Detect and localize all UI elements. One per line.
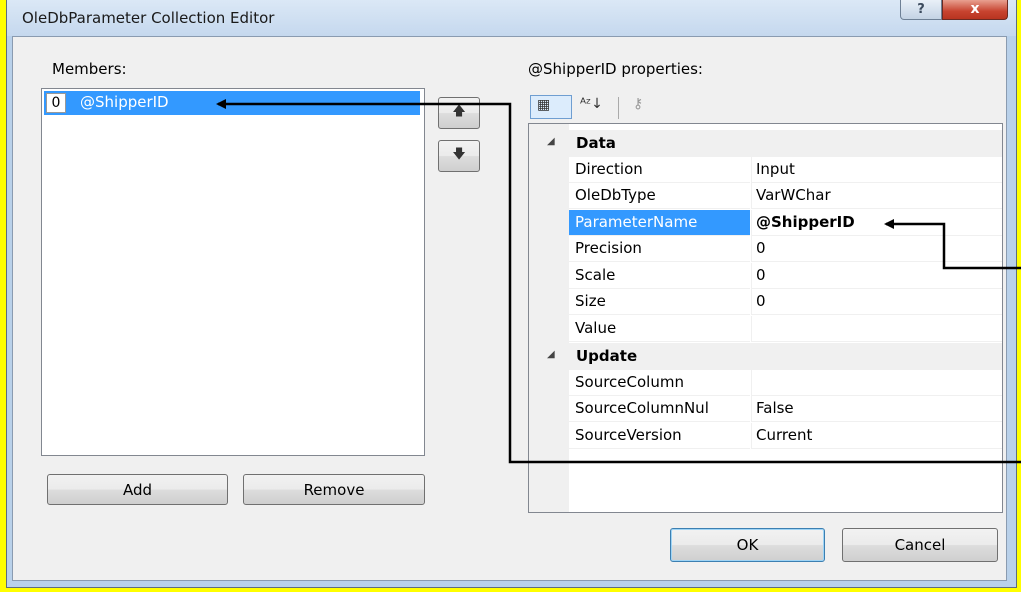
property-pages-button[interactable]: ⚷ <box>627 95 657 119</box>
property-value[interactable]: 0 <box>751 236 1002 262</box>
property-name: Direction <box>569 157 750 183</box>
wrench-icon: ⚷ <box>633 96 644 112</box>
property-row-scale[interactable]: Scale 0 <box>529 263 1002 290</box>
category-label: Update <box>576 347 638 365</box>
category-label: Data <box>576 134 616 152</box>
member-name: @ShipperID <box>80 93 169 111</box>
property-name: SourceColumn <box>569 370 750 396</box>
category-data[interactable]: ◢ Data <box>529 130 1002 157</box>
arrow-down-icon: 🡇 <box>452 147 466 162</box>
property-row-direction[interactable]: Direction Input <box>529 157 1002 184</box>
members-list[interactable]: 0 @ShipperID <box>41 88 425 456</box>
property-name: SourceVersion <box>569 423 750 449</box>
property-name: Value <box>569 316 750 342</box>
properties-label: @ShipperID properties: <box>528 60 703 78</box>
property-row-sourcecolumnnullmapping[interactable]: SourceColumnNul False <box>529 396 1002 423</box>
property-name: Size <box>569 289 750 315</box>
window-title: OleDbParameter Collection Editor <box>22 9 275 27</box>
move-down-button[interactable]: 🡇 <box>438 140 480 172</box>
sort-alphabetical-icon: ᴬᶻ↓ <box>580 96 603 112</box>
property-row-precision[interactable]: Precision 0 <box>529 236 1002 263</box>
property-grid[interactable]: ◢ Data Direction Input OleDbType VarWCha… <box>528 123 1003 513</box>
title-bar[interactable]: OleDbParameter Collection Editor ? x <box>7 0 1016 36</box>
categorized-button[interactable]: ▦ <box>530 95 572 119</box>
categorized-icon: ▦ <box>537 97 551 113</box>
property-value[interactable] <box>751 316 1002 342</box>
property-row-value[interactable]: Value <box>529 316 1002 343</box>
help-icon: ? <box>917 2 925 17</box>
property-value[interactable]: 0 <box>751 263 1002 289</box>
property-row-oledbtype[interactable]: OleDbType VarWChar <box>529 183 1002 210</box>
collapse-icon[interactable]: ◢ <box>547 136 555 147</box>
property-value[interactable]: VarWChar <box>751 183 1002 209</box>
property-name: Precision <box>569 236 750 262</box>
property-value[interactable]: @ShipperID <box>751 210 1002 236</box>
collapse-icon[interactable]: ◢ <box>547 349 555 360</box>
property-row-sourceversion[interactable]: SourceVersion Current <box>529 423 1002 450</box>
cancel-button[interactable]: Cancel <box>842 528 998 562</box>
property-name: SourceColumnNul <box>569 396 750 422</box>
property-value[interactable]: False <box>751 396 1002 422</box>
remove-button[interactable]: Remove <box>243 474 425 505</box>
move-up-button[interactable]: 🡅 <box>438 97 480 129</box>
alphabetical-button[interactable]: ᴬᶻ↓ <box>576 95 612 119</box>
property-value[interactable]: Current <box>751 423 1002 449</box>
property-name: ParameterName <box>569 210 750 236</box>
close-button[interactable]: x <box>942 0 1008 20</box>
property-name: OleDbType <box>569 183 750 209</box>
property-value[interactable]: 0 <box>751 289 1002 315</box>
members-label: Members: <box>52 60 127 78</box>
property-name: Scale <box>569 263 750 289</box>
member-index: 0 <box>46 93 66 113</box>
arrow-up-icon: 🡅 <box>452 104 466 119</box>
list-item[interactable]: 0 @ShipperID <box>44 91 420 115</box>
property-row-sourcecolumn[interactable]: SourceColumn <box>529 370 1002 397</box>
category-update[interactable]: ◢ Update <box>529 343 1002 370</box>
property-value[interactable] <box>751 370 1002 396</box>
help-button[interactable]: ? <box>900 0 942 20</box>
ok-button[interactable]: OK <box>670 528 825 562</box>
toolbar-separator <box>618 97 619 119</box>
property-row-size[interactable]: Size 0 <box>529 289 1002 316</box>
property-row-parametername[interactable]: ParameterName @ShipperID <box>529 210 1002 237</box>
add-button[interactable]: Add <box>47 474 228 505</box>
property-value[interactable]: Input <box>751 157 1002 183</box>
close-icon: x <box>970 1 980 17</box>
